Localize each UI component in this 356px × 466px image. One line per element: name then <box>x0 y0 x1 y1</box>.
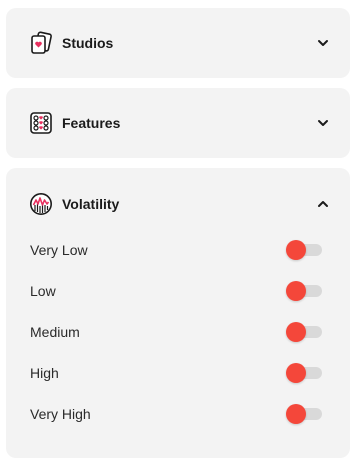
option-label: Low <box>30 283 56 299</box>
high-toggle[interactable] <box>286 362 322 384</box>
volatility-option-very-high[interactable]: Very High <box>30 402 322 426</box>
low-toggle[interactable] <box>286 280 322 302</box>
volatility-option-high[interactable]: High <box>30 361 322 385</box>
chevron-down-icon[interactable] <box>316 36 330 50</box>
features-title: Features <box>62 115 121 131</box>
volatility-header[interactable]: Volatility <box>6 168 350 240</box>
option-label: High <box>30 365 59 381</box>
volatility-panel: Volatility Very Low Low Medium High Very… <box>6 168 350 458</box>
very-low-toggle[interactable] <box>286 239 322 261</box>
option-label: Medium <box>30 324 80 340</box>
volatility-option-medium[interactable]: Medium <box>30 320 322 344</box>
volatility-chart-icon <box>29 192 53 216</box>
volatility-option-low[interactable]: Low <box>30 279 322 303</box>
slot-reels-icon <box>29 111 53 135</box>
studios-title: Studios <box>62 35 114 51</box>
toggle-knob[interactable] <box>286 281 306 301</box>
features-panel: Features <box>6 88 350 158</box>
medium-toggle[interactable] <box>286 321 322 343</box>
option-label: Very Low <box>30 242 88 258</box>
toggle-knob[interactable] <box>286 404 306 424</box>
volatility-option-very-low[interactable]: Very Low <box>30 238 322 262</box>
studios-panel: Studios <box>6 8 350 78</box>
toggle-knob[interactable] <box>286 363 306 383</box>
cards-icon <box>29 31 53 55</box>
chevron-down-icon[interactable] <box>316 116 330 130</box>
toggle-knob[interactable] <box>286 322 306 342</box>
studios-header[interactable]: Studios <box>6 8 350 78</box>
features-header[interactable]: Features <box>6 88 350 158</box>
volatility-title: Volatility <box>62 196 120 212</box>
option-label: Very High <box>30 406 91 422</box>
very-high-toggle[interactable] <box>286 403 322 425</box>
chevron-up-icon[interactable] <box>316 197 330 211</box>
toggle-knob[interactable] <box>286 240 306 260</box>
